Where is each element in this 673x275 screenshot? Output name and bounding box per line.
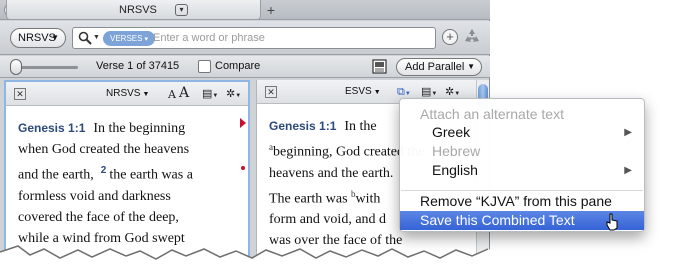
- torn-edge-decoration: [0, 245, 496, 275]
- screenshot-frame: × NRSVS ▾ + NRSVS ▼ ▼ VERSES▾ +: [0, 0, 673, 275]
